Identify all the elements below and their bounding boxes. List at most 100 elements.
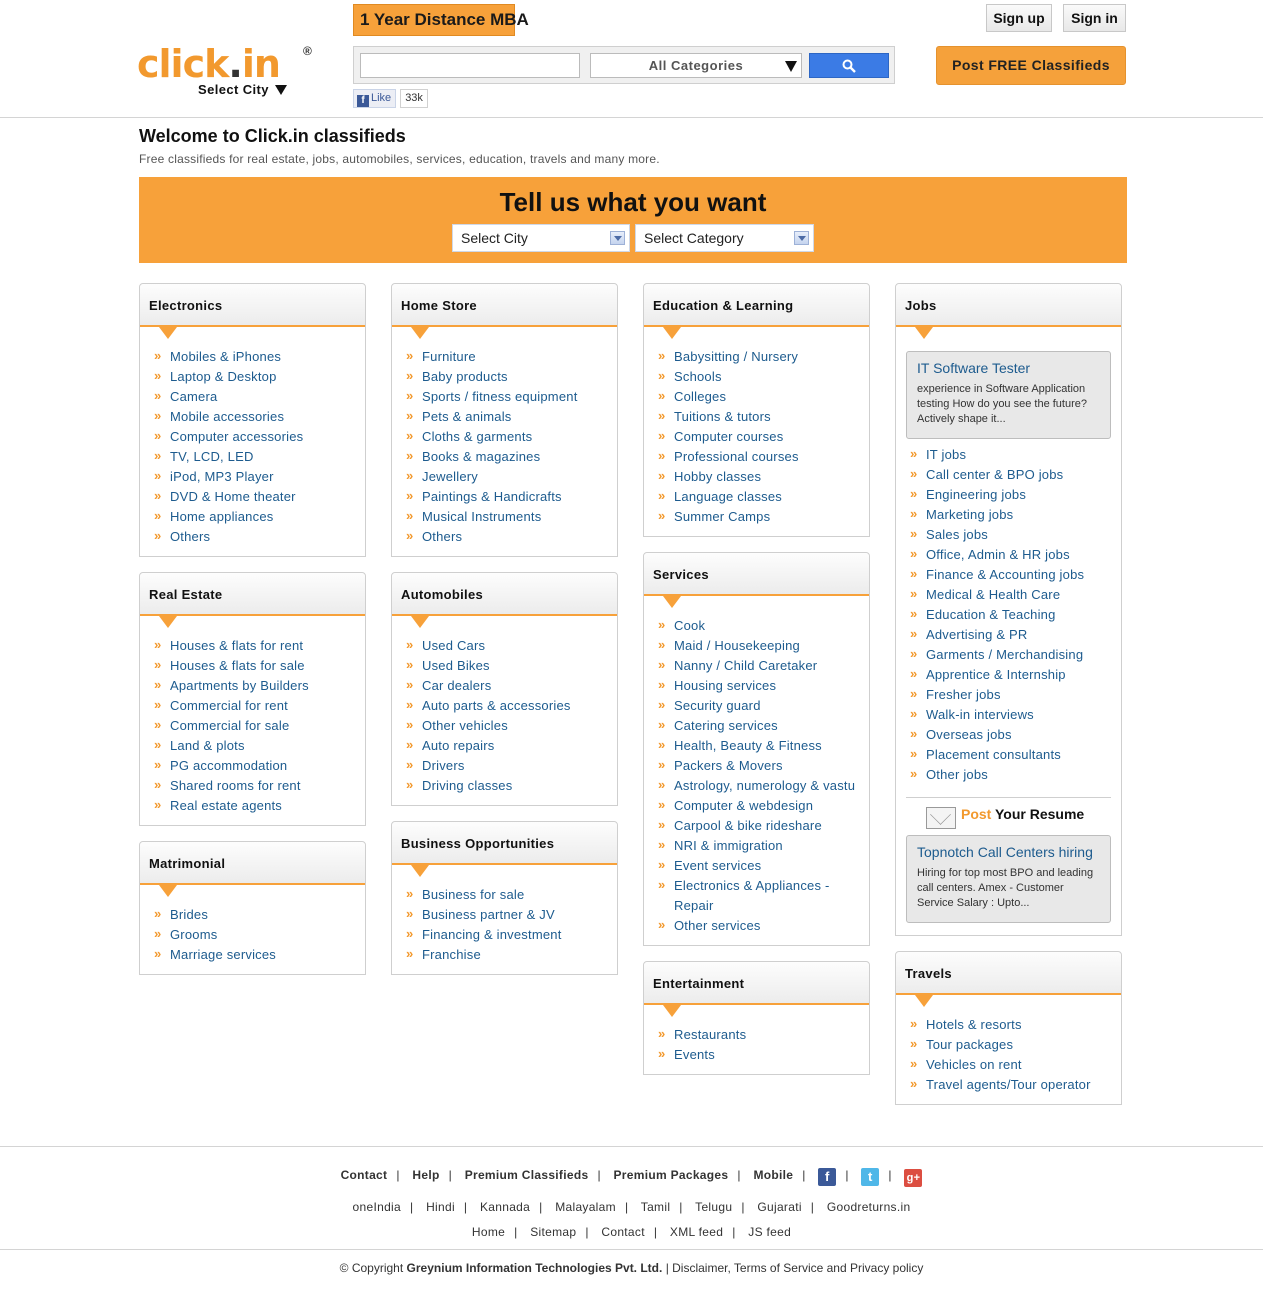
category-link[interactable]: Health, Beauty & Fitness (658, 735, 869, 756)
category-link[interactable]: Franchise (406, 944, 617, 965)
category-link[interactable]: Maid / Housekeeping (658, 635, 869, 656)
category-link[interactable]: Auto parts & accessories (406, 695, 617, 716)
category-link[interactable]: Other services (658, 915, 869, 936)
category-link[interactable]: Vehicles on rent (910, 1054, 1121, 1075)
footer-link-hindi[interactable]: Hindi (426, 1200, 455, 1214)
legal-links[interactable]: | Disclaimer, Terms of Service and Priva… (666, 1261, 924, 1275)
facebook-icon[interactable]: f (818, 1168, 837, 1186)
category-link[interactable]: Jewellery (406, 466, 617, 487)
category-link[interactable]: Summer Camps (658, 506, 869, 527)
category-link[interactable]: Camera (154, 386, 365, 407)
category-link[interactable]: Tour packages (910, 1034, 1121, 1055)
job-ad-it-software-tester[interactable]: IT Software Tester experience in Softwar… (906, 351, 1111, 439)
category-link[interactable]: Garments / Merchandising (910, 644, 1121, 665)
category-link[interactable]: Financing & investment (406, 924, 617, 945)
category-link[interactable]: Tuitions & tutors (658, 406, 869, 427)
category-link[interactable]: Colleges (658, 386, 869, 407)
category-link[interactable]: Others (406, 526, 617, 547)
category-link[interactable]: Fresher jobs (910, 684, 1121, 705)
category-link[interactable]: Apartments by Builders (154, 675, 365, 696)
category-link[interactable]: Mobiles & iPhones (154, 346, 365, 367)
category-link[interactable]: Babysitting / Nursery (658, 346, 869, 367)
category-link[interactable]: TV, LCD, LED (154, 446, 365, 467)
sign-up-button[interactable]: Sign up (986, 4, 1052, 32)
category-link[interactable]: Houses & flats for sale (154, 655, 365, 676)
category-link[interactable]: Others (154, 526, 365, 547)
category-link[interactable]: Land & plots (154, 735, 365, 756)
category-link[interactable]: Cook (658, 615, 869, 636)
category-link[interactable]: Business for sale (406, 884, 617, 905)
category-link[interactable]: Musical Instruments (406, 506, 617, 527)
banner-category-select[interactable]: Select Category (635, 224, 814, 252)
category-link[interactable]: Overseas jobs (910, 724, 1121, 745)
category-link[interactable]: Placement consultants (910, 744, 1121, 765)
footer-link-help[interactable]: Help (412, 1168, 439, 1182)
category-link[interactable]: Car dealers (406, 675, 617, 696)
footer-link-gujarati[interactable]: Gujarati (757, 1200, 801, 1214)
footer-link-js-feed[interactable]: JS feed (748, 1225, 791, 1239)
category-link[interactable]: Housing services (658, 675, 869, 696)
category-link[interactable]: Mobile accessories (154, 406, 365, 427)
category-link[interactable]: Marketing jobs (910, 504, 1121, 525)
category-select[interactable]: All Categories (590, 53, 802, 78)
category-link[interactable]: Sales jobs (910, 524, 1121, 545)
category-link[interactable]: Astrology, numerology & vastu (658, 775, 869, 796)
category-link[interactable]: Packers & Movers (658, 755, 869, 776)
category-link[interactable]: Shared rooms for rent (154, 775, 365, 796)
category-link[interactable]: Books & magazines (406, 446, 617, 467)
category-link[interactable]: Other jobs (910, 764, 1121, 785)
category-link[interactable]: Real estate agents (154, 795, 365, 816)
footer-link-goodreturns[interactable]: Goodreturns.in (827, 1200, 911, 1214)
footer-link-telugu[interactable]: Telugu (695, 1200, 732, 1214)
category-link[interactable]: Event services (658, 855, 869, 876)
category-link[interactable]: Furniture (406, 346, 617, 367)
category-link[interactable]: Hobby classes (658, 466, 869, 487)
post-resume-link[interactable]: Post Your Resume (906, 797, 1111, 835)
category-link[interactable]: Sports / fitness equipment (406, 386, 617, 407)
category-link[interactable]: IT jobs (910, 444, 1121, 465)
category-link[interactable]: Catering services (658, 715, 869, 736)
category-link[interactable]: PG accommodation (154, 755, 365, 776)
facebook-like-button[interactable]: f Like (353, 89, 397, 108)
category-link[interactable]: Computer & webdesign (658, 795, 869, 816)
category-link[interactable]: DVD & Home theater (154, 486, 365, 507)
category-link[interactable]: Grooms (154, 924, 365, 945)
category-link[interactable]: Call center & BPO jobs (910, 464, 1121, 485)
footer-link-contact-2[interactable]: Contact (601, 1225, 644, 1239)
footer-link-contact[interactable]: Contact (341, 1168, 388, 1182)
category-link[interactable]: Driving classes (406, 775, 617, 796)
sign-in-button[interactable]: Sign in (1063, 4, 1126, 32)
category-link[interactable]: Home appliances (154, 506, 365, 527)
category-link[interactable]: Computer courses (658, 426, 869, 447)
category-link[interactable]: Commercial for rent (154, 695, 365, 716)
category-link[interactable]: Brides (154, 904, 365, 925)
category-link[interactable]: Professional courses (658, 446, 869, 467)
search-button[interactable] (809, 53, 889, 78)
category-link[interactable]: Used Bikes (406, 655, 617, 676)
category-link[interactable]: Language classes (658, 486, 869, 507)
category-link[interactable]: Electronics & Appliances - Repair (658, 875, 869, 916)
category-link[interactable]: Laptop & Desktop (154, 366, 365, 387)
category-link[interactable]: Advertising & PR (910, 624, 1121, 645)
category-link[interactable]: Auto repairs (406, 735, 617, 756)
category-link[interactable]: Engineering jobs (910, 484, 1121, 505)
footer-link-xml-feed[interactable]: XML feed (670, 1225, 723, 1239)
footer-link-sitemap[interactable]: Sitemap (530, 1225, 576, 1239)
job-ad-topnotch-call-centers[interactable]: Topnotch Call Centers hiring Hiring for … (906, 835, 1111, 923)
category-link[interactable]: Nanny / Child Caretaker (658, 655, 869, 676)
category-link[interactable]: Restaurants (658, 1024, 869, 1045)
category-link[interactable]: Finance & Accounting jobs (910, 564, 1121, 585)
category-link[interactable]: Apprentice & Internship (910, 664, 1121, 685)
category-link[interactable]: Drivers (406, 755, 617, 776)
job-ad-title[interactable]: Topnotch Call Centers hiring (917, 844, 1100, 860)
category-link[interactable]: Marriage services (154, 944, 365, 965)
banner-city-select[interactable]: Select City (452, 224, 630, 252)
ad-banner[interactable]: 1 Year Distance MBA (353, 4, 529, 36)
footer-link-oneindia[interactable]: oneIndia (353, 1200, 401, 1214)
select-city-dropdown[interactable]: Select City (198, 82, 287, 97)
post-free-classifieds-button[interactable]: Post FREE Classifieds (936, 46, 1126, 85)
footer-link-premium-classifieds[interactable]: Premium Classifieds (465, 1168, 589, 1182)
footer-link-tamil[interactable]: Tamil (641, 1200, 671, 1214)
category-link[interactable]: iPod, MP3 Player (154, 466, 365, 487)
category-link[interactable]: Pets & animals (406, 406, 617, 427)
